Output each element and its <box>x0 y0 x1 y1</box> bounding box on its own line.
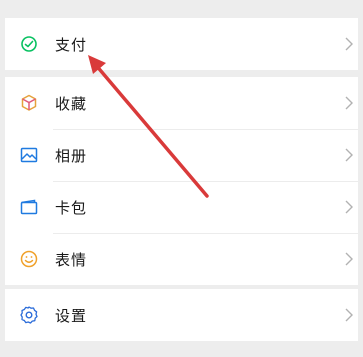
menu-item-favorites-label: 收藏 <box>55 94 88 113</box>
menu-item-album[interactable]: 相册 <box>5 129 358 181</box>
chevron-right-icon <box>344 251 354 267</box>
card-wallet-icon <box>19 197 39 217</box>
chevron-right-icon <box>344 199 354 215</box>
chevron-right-icon <box>344 307 354 323</box>
gear-icon <box>19 305 39 325</box>
menu-item-pay[interactable]: 支付 <box>5 18 358 70</box>
album-picture-icon <box>19 145 39 165</box>
favorites-cube-icon <box>19 93 39 113</box>
menu-item-settings[interactable]: 设置 <box>5 289 358 341</box>
menu-item-card-wallet-label: 卡包 <box>55 198 88 217</box>
me-menu-screen: 支付 收藏 相册 卡包 表情 设置 <box>0 0 363 357</box>
menu-item-settings-label: 设置 <box>55 306 88 325</box>
pay-icon <box>19 34 39 54</box>
chevron-right-icon <box>344 36 354 52</box>
chevron-right-icon <box>344 95 354 111</box>
menu-item-album-label: 相册 <box>55 146 88 165</box>
menu-group-pay: 支付 <box>5 18 358 70</box>
smiley-face-icon <box>19 249 39 269</box>
chevron-right-icon <box>344 147 354 163</box>
menu-item-pay-label: 支付 <box>55 35 88 54</box>
menu-item-stickers-label: 表情 <box>55 250 88 269</box>
menu-item-favorites[interactable]: 收藏 <box>5 77 358 129</box>
menu-item-stickers[interactable]: 表情 <box>5 233 358 285</box>
menu-item-card-wallet[interactable]: 卡包 <box>5 181 358 233</box>
menu-group-settings: 设置 <box>5 289 358 341</box>
menu-group-main: 收藏 相册 卡包 表情 <box>5 77 358 285</box>
